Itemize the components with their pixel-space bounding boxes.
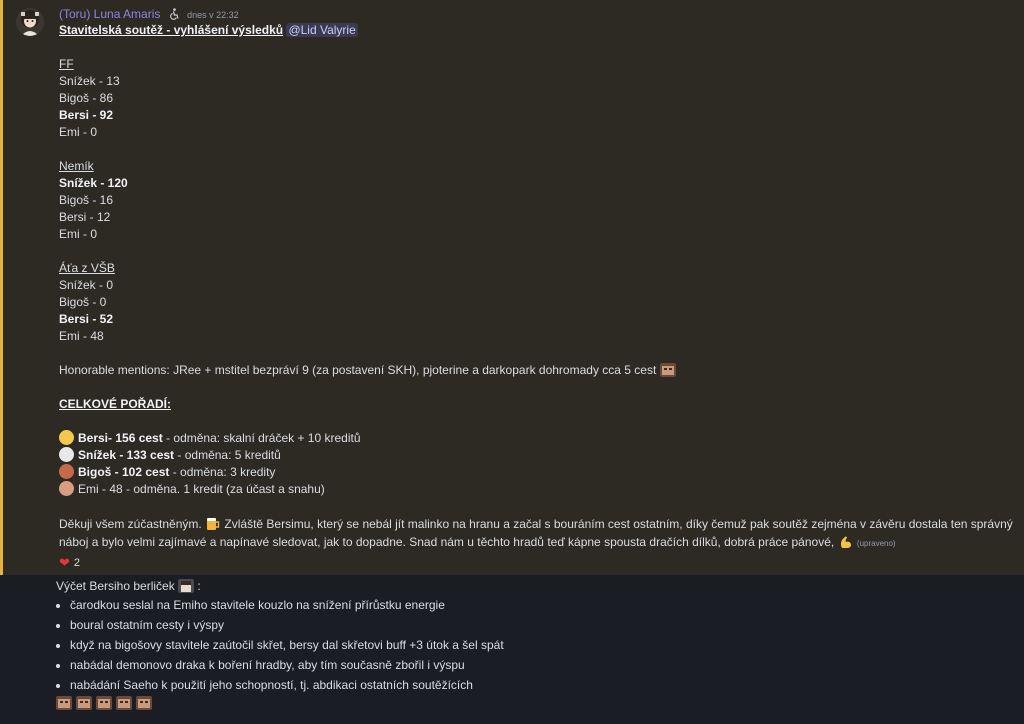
avatar-image	[16, 8, 44, 36]
score-row: Bigoš - 86	[59, 91, 114, 105]
custom-emoji-icon[interactable]	[56, 696, 72, 710]
emoji-row	[56, 696, 1016, 710]
score-row-winner: Snížek - 120	[59, 176, 128, 190]
list-item: nabádání Saeho k použití jeho schopností…	[70, 675, 1016, 695]
username[interactable]: (Toru) Luna Amaris	[59, 7, 160, 21]
heart-reaction[interactable]: ❤ 2	[59, 555, 80, 571]
list-item: když na bigošovy stavitele zaútočil skře…	[70, 635, 1016, 655]
score-row: Bigoš - 0	[59, 295, 107, 309]
custom-emoji-icon[interactable]	[116, 696, 132, 710]
second-place-medal-icon	[59, 447, 74, 462]
section-heading: Áťa z VŠB	[59, 261, 115, 275]
edited-label: (upraveno)	[856, 539, 896, 548]
ranking-name: Bersi- 156 cest	[78, 431, 163, 445]
reaction-count: 2	[73, 557, 81, 569]
score-row: Emi - 0	[59, 227, 98, 241]
list-item: čarodkou seslal na Emiho stavitele kouzl…	[70, 595, 1016, 615]
followup-message: Výčet Bersiho berliček : čarodkou seslal…	[56, 578, 1016, 710]
ranking-reward: - odměna: skalní dráček + 10 kreditů	[162, 431, 361, 445]
honorable-text: Honorable mentions: JRee + mstitel bezpr…	[59, 363, 657, 377]
avatar[interactable]	[16, 8, 44, 36]
honorable-mentions: Honorable mentions: JRee + mstitel bezpr…	[59, 362, 1019, 379]
role-mention[interactable]: @Lid Valyrie	[286, 23, 358, 37]
ranking-reward: - odměna: 5 kreditů	[174, 448, 281, 462]
participation-icon	[59, 481, 74, 496]
custom-emoji-icon[interactable]	[96, 696, 112, 710]
score-row-winner: Bersi - 52	[59, 312, 114, 326]
score-row: Emi - 48	[59, 329, 104, 343]
ranking-row-4: Emi - 48 - odměna. 1 kredit (za účast a …	[59, 481, 1019, 498]
ranking-name: Emi - 48 - odměna. 1 kredit (za účast a …	[78, 482, 325, 496]
highlighted-message: (Toru) Luna Amaris dnes v 22:32 Stavitel…	[0, 0, 1024, 575]
ranking-name: Bigoš - 102 cest	[78, 465, 170, 479]
accessibility-icon	[169, 8, 179, 20]
list-item: nabádal demonovo draka k boření hradby, …	[70, 655, 1016, 675]
intro-text: Výčet Bersiho berliček	[56, 579, 175, 593]
intro-suffix: :	[197, 579, 201, 593]
first-place-medal-icon	[59, 430, 74, 445]
message-header: (Toru) Luna Amaris dnes v 22:32	[59, 7, 239, 21]
timestamp: dnes v 22:32	[187, 10, 239, 20]
message-title: Stavitelská soutěž - vyhlášení výsledků	[59, 23, 284, 37]
list-item: boural ostatním cesty i výspy	[70, 615, 1016, 635]
ranking-row-2: Snížek - 133 cest - odměna: 5 kreditů	[59, 447, 1019, 464]
beer-icon	[207, 518, 220, 530]
intro-line: Výčet Bersiho berliček :	[56, 578, 1016, 595]
heart-icon: ❤	[59, 555, 70, 570]
ranking-row-1: Bersi- 156 cest - odměna: skalní dráček …	[59, 430, 1019, 447]
ranking-reward: - odměna: 3 kredity	[169, 465, 276, 479]
score-row: Bersi - 12	[59, 210, 111, 224]
custom-emoji-icon[interactable]	[76, 696, 92, 710]
overall-heading: CELKOVÉ POŘADÍ:	[59, 397, 172, 411]
custom-emoji-icon[interactable]	[178, 579, 195, 593]
score-row: Emi - 0	[59, 125, 98, 139]
message-content: Stavitelská soutěž - vyhlášení výsledků …	[59, 22, 1019, 571]
ranking-name: Snížek - 133 cest	[78, 448, 175, 462]
score-row: Bigoš - 16	[59, 193, 114, 207]
flexed-biceps-icon	[840, 536, 851, 548]
thanks-paragraph: Děkuji všem zúčastněným. Zvláště Bersimu…	[59, 515, 1019, 553]
ranking-row-3: Bigoš - 102 cest - odměna: 3 kredity	[59, 464, 1019, 481]
thanks-text-a: Děkuji všem zúčastněným.	[59, 517, 202, 531]
third-place-medal-icon	[59, 464, 74, 479]
exploit-list: čarodkou seslal na Emiho stavitele kouzl…	[56, 595, 1016, 695]
score-row: Snížek - 0	[59, 278, 114, 292]
score-row-winner: Bersi - 92	[59, 108, 114, 122]
title-line: Stavitelská soutěž - vyhlášení výsledků …	[59, 22, 1019, 39]
section-heading: Nemík	[59, 159, 94, 173]
custom-emoji-icon[interactable]	[659, 363, 676, 377]
custom-emoji-icon[interactable]	[136, 696, 152, 710]
section-heading: FF	[59, 57, 74, 71]
score-row: Snížek - 13	[59, 74, 120, 88]
